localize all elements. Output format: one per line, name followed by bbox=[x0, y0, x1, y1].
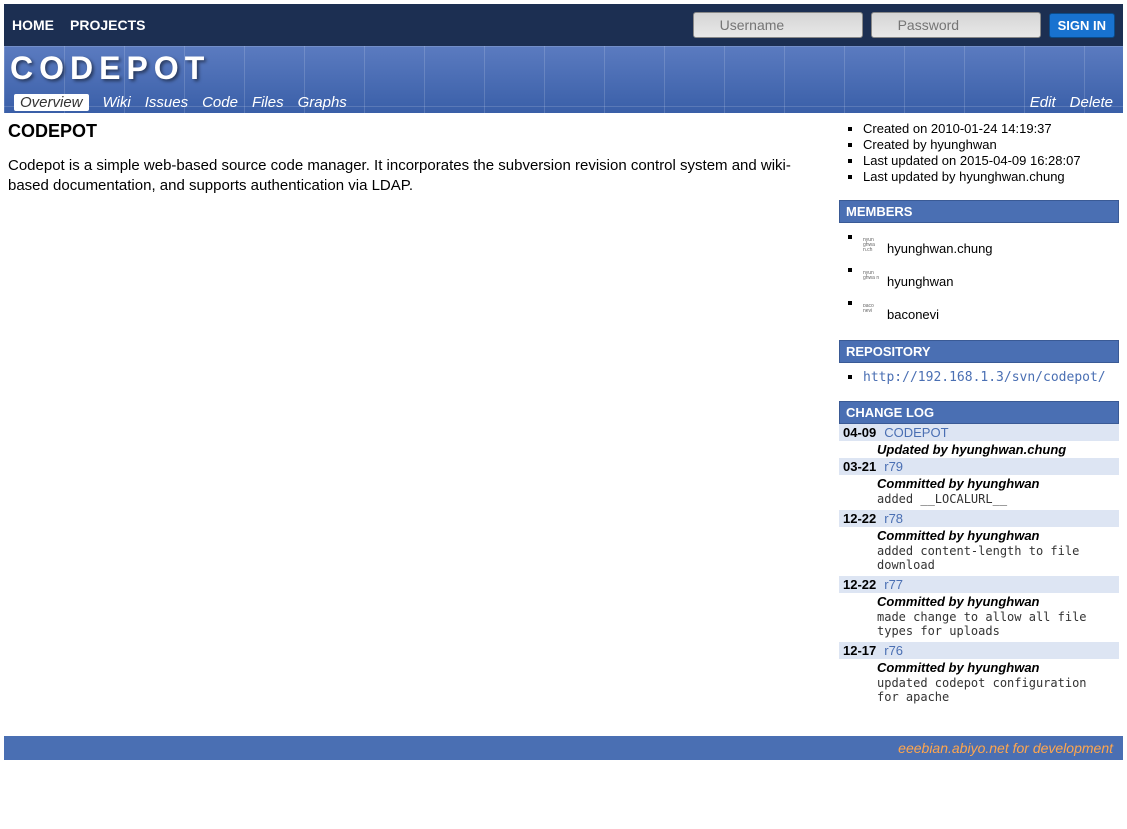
top-nav: HOME PROJECTS bbox=[12, 17, 693, 33]
tab-nav: Overview Wiki Issues Code Files Graphs bbox=[14, 94, 347, 111]
changelog-rev-link[interactable]: r78 bbox=[884, 511, 903, 526]
member-name: baconevi bbox=[887, 307, 939, 322]
changelog-rev-link[interactable]: CODEPOT bbox=[884, 425, 948, 440]
repository-header: REPOSITORY bbox=[839, 340, 1119, 363]
page-title: CODEPOT bbox=[8, 121, 819, 142]
tab-issues[interactable]: Issues bbox=[145, 94, 188, 111]
tab-actions: Edit Delete bbox=[1030, 94, 1113, 111]
changelog-by: Committed by hyunghwan bbox=[839, 659, 1119, 676]
site-title: CODEPOT bbox=[10, 50, 210, 87]
changelog-date: 03-21 bbox=[843, 459, 876, 474]
changelog-date: 12-22 bbox=[843, 577, 876, 592]
top-bar: HOME PROJECTS SIGN IN bbox=[4, 4, 1123, 46]
meta-list: Created on 2010-01-24 14:19:37 Created b… bbox=[839, 121, 1119, 184]
changelog-by: Committed by hyunghwan bbox=[839, 527, 1119, 544]
content: CODEPOT Codepot is a simple web-based so… bbox=[0, 113, 1127, 724]
avatar: hyun ghwa n bbox=[863, 271, 883, 291]
member-item: hyun ghwa n.ch hyunghwan.chung bbox=[863, 229, 1119, 258]
members-list: hyun ghwa n.ch hyunghwan.chunghyun ghwa … bbox=[839, 229, 1119, 324]
changelog-row: 03-21 r79 bbox=[839, 458, 1119, 475]
changelog-date: 12-22 bbox=[843, 511, 876, 526]
changelog-date: 12-17 bbox=[843, 643, 876, 658]
changelog-msg: added __LOCALURL__ bbox=[839, 492, 1119, 510]
changelog-rev-link[interactable]: r76 bbox=[884, 643, 903, 658]
header-band: CODEPOT Overview Wiki Issues Code Files … bbox=[4, 46, 1123, 113]
changelog-body: 04-09 CODEPOTUpdated by hyunghwan.chung03… bbox=[839, 424, 1119, 708]
login-form: SIGN IN bbox=[693, 12, 1115, 38]
meta-created-by: Created by hyunghwan bbox=[863, 137, 1119, 152]
username-input[interactable] bbox=[693, 12, 863, 38]
changelog-date: 04-09 bbox=[843, 425, 876, 440]
password-input[interactable] bbox=[871, 12, 1041, 38]
home-link[interactable]: HOME bbox=[12, 17, 54, 33]
delete-link[interactable]: Delete bbox=[1070, 94, 1113, 111]
member-item: hyun ghwa n hyunghwan bbox=[863, 262, 1119, 291]
tab-overview[interactable]: Overview bbox=[14, 94, 89, 111]
meta-updated-by: Last updated by hyunghwan.chung bbox=[863, 169, 1119, 184]
side-column: Created on 2010-01-24 14:19:37 Created b… bbox=[839, 121, 1119, 724]
changelog-msg: added content-length to file download bbox=[839, 544, 1119, 576]
changelog-row: 12-22 r78 bbox=[839, 510, 1119, 527]
changelog-row: 04-09 CODEPOT bbox=[839, 424, 1119, 441]
changelog-header: CHANGE LOG bbox=[839, 401, 1119, 424]
meta-updated-on: Last updated on 2015-04-09 16:28:07 bbox=[863, 153, 1119, 168]
changelog-rev-link[interactable]: r77 bbox=[884, 577, 903, 592]
signin-button[interactable]: SIGN IN bbox=[1049, 13, 1115, 38]
member-name: hyunghwan.chung bbox=[887, 241, 993, 256]
changelog-by: Updated by hyunghwan.chung bbox=[839, 441, 1119, 458]
changelog-msg: updated codepot configuration for apache bbox=[839, 676, 1119, 708]
footer: eeebian.abiyo.net for development bbox=[4, 736, 1123, 760]
main-column: CODEPOT Codepot is a simple web-based so… bbox=[8, 121, 819, 724]
members-header: MEMBERS bbox=[839, 200, 1119, 223]
repository-panel: REPOSITORY http://192.168.1.3/svn/codepo… bbox=[839, 340, 1119, 385]
edit-link[interactable]: Edit bbox=[1030, 94, 1056, 111]
tab-wiki[interactable]: Wiki bbox=[103, 94, 131, 111]
changelog-msg: made change to allow all file types for … bbox=[839, 610, 1119, 642]
changelog-panel: CHANGE LOG 04-09 CODEPOTUpdated by hyungh… bbox=[839, 401, 1119, 708]
description: Codepot is a simple web-based source cod… bbox=[8, 156, 819, 195]
changelog-row: 12-17 r76 bbox=[839, 642, 1119, 659]
members-panel: MEMBERS hyun ghwa n.ch hyunghwan.chunghy… bbox=[839, 200, 1119, 324]
projects-link[interactable]: PROJECTS bbox=[70, 17, 145, 33]
changelog-by: Committed by hyunghwan bbox=[839, 593, 1119, 610]
avatar: hyun ghwa n.ch bbox=[863, 238, 883, 258]
changelog-row: 12-22 r77 bbox=[839, 576, 1119, 593]
member-name: hyunghwan bbox=[887, 274, 954, 289]
avatar: baco nevi bbox=[863, 304, 883, 324]
tab-code[interactable]: Code bbox=[202, 94, 238, 111]
member-item: baco nevi baconevi bbox=[863, 295, 1119, 324]
changelog-by: Committed by hyunghwan bbox=[839, 475, 1119, 492]
changelog-rev-link[interactable]: r79 bbox=[884, 459, 903, 474]
repository-item: http://192.168.1.3/svn/codepot/ bbox=[863, 369, 1119, 385]
tab-graphs[interactable]: Graphs bbox=[298, 94, 347, 111]
meta-created-on: Created on 2010-01-24 14:19:37 bbox=[863, 121, 1119, 136]
repository-link[interactable]: http://192.168.1.3/svn/codepot/ bbox=[863, 370, 1106, 385]
tab-files[interactable]: Files bbox=[252, 94, 284, 111]
